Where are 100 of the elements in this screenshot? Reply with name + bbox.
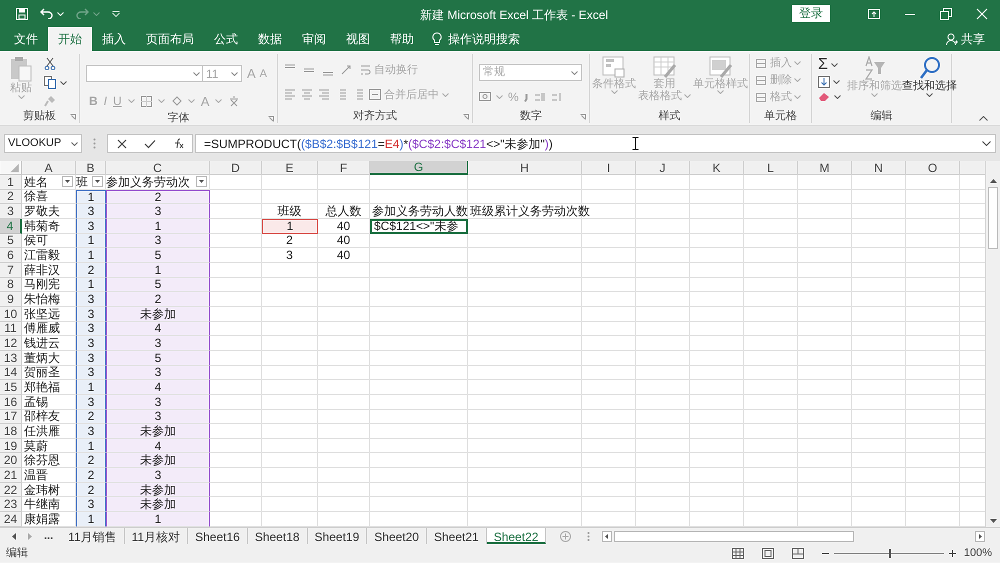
table-cell[interactable] [744,306,798,322]
table-cell[interactable] [468,262,582,278]
table-cell[interactable] [468,410,582,424]
orientation-icon[interactable] [341,65,353,76]
filter-button[interactable] [196,176,207,187]
zoom-slider-thumb[interactable] [888,548,891,558]
table-cell[interactable] [582,248,636,263]
table-cell[interactable] [906,204,960,219]
row-header[interactable]: 5 [0,234,22,248]
table-cell[interactable] [636,175,690,190]
table-cell[interactable]: 任洪雁 [22,424,76,439]
column-header[interactable]: K [690,161,744,175]
row-header[interactable]: 20 [0,453,22,468]
table-cell[interactable] [582,366,636,380]
table-cell[interactable] [262,468,318,483]
table-cell[interactable] [690,175,744,190]
table-cell[interactable] [798,482,852,498]
table-cell[interactable] [210,424,262,439]
table-cell[interactable] [798,204,852,219]
currency-icon[interactable] [479,92,491,102]
zoom-in-icon[interactable] [948,550,956,556]
table-cell[interactable] [636,278,690,292]
table-cell[interactable] [318,336,370,351]
format-painter-icon[interactable] [44,95,56,107]
fill-down-icon[interactable] [818,76,830,88]
column-header[interactable]: E [262,161,318,175]
table-cell[interactable] [852,394,906,410]
table-cell[interactable] [318,292,370,307]
copy-icon[interactable] [44,76,56,89]
table-cell[interactable]: 马刚宪 [22,278,76,292]
previous-sheet-icon[interactable] [12,532,16,540]
table-cell[interactable] [798,468,852,483]
row-header[interactable]: 4 [0,218,22,234]
table-cell[interactable] [798,262,852,278]
table-cell[interactable] [906,175,960,190]
row-header[interactable]: 22 [0,482,22,498]
table-cell[interactable] [690,380,744,395]
table-cell[interactable]: 薛非汉 [22,262,76,278]
table-cell[interactable] [210,306,262,322]
table-cell[interactable] [582,424,636,439]
table-cell[interactable] [852,190,906,204]
select-all-icon[interactable] [0,161,22,175]
caret-icon[interactable] [830,62,838,66]
table-cell[interactable] [582,453,636,468]
table-cell[interactable] [318,497,370,512]
row-header[interactable]: 6 [0,248,22,263]
table-cell[interactable] [906,366,960,380]
table-cell[interactable] [262,438,318,454]
table-cell[interactable] [636,262,690,278]
table-cell[interactable] [690,190,744,204]
table-cell[interactable] [690,350,744,366]
table-cell[interactable] [468,278,582,292]
column-header[interactable]: N [852,161,906,175]
table-cell[interactable]: 3 [262,248,318,263]
table-cell[interactable]: 董炳大 [22,350,76,366]
table-cell[interactable] [318,366,370,380]
table-cell[interactable] [582,292,636,307]
table-cell[interactable] [262,336,318,351]
table-cell[interactable] [744,204,798,219]
table-cell[interactable] [468,248,582,263]
table-cell[interactable] [370,380,468,395]
font-name-field[interactable] [86,65,203,82]
row-header[interactable]: 17 [0,410,22,424]
table-cell[interactable] [210,175,262,190]
table-cell[interactable] [906,380,960,395]
table-cell[interactable] [906,424,960,439]
column-header[interactable]: A [22,161,76,175]
table-cell[interactable] [744,380,798,395]
table-cell[interactable]: 邵梓友 [22,410,76,424]
table-cell[interactable] [262,394,318,410]
table-cell[interactable] [798,234,852,248]
row-header[interactable]: 21 [0,468,22,483]
table-cell[interactable] [906,410,960,424]
table-cell[interactable] [582,278,636,292]
table-cell[interactable] [798,218,852,234]
table-cell[interactable] [318,438,370,454]
column-header[interactable]: I [582,161,636,175]
table-cell[interactable] [906,482,960,498]
table-cell[interactable] [582,336,636,351]
table-cell[interactable] [370,190,468,204]
table-cell[interactable] [210,394,262,410]
table-cell[interactable] [636,292,690,307]
comma-style-icon[interactable] [524,92,529,102]
table-cell[interactable]: 徐喜 [22,190,76,204]
table-cell[interactable] [798,380,852,395]
column-header[interactable]: B [76,161,106,175]
caret-icon[interactable] [193,72,200,76]
table-cell[interactable] [318,410,370,424]
table-cell[interactable]: 2 [262,234,318,248]
table-cell[interactable] [852,218,906,234]
table-cell[interactable] [582,234,636,248]
table-cell[interactable] [318,278,370,292]
table-cell[interactable] [210,336,262,351]
table-cell[interactable] [798,438,852,454]
table-cell[interactable] [262,497,318,512]
sheet-tab[interactable]: Sheet22 [486,528,546,544]
decrease-decimal-icon[interactable] [550,92,563,102]
table-cell[interactable] [744,190,798,204]
table-cell[interactable] [582,410,636,424]
table-cell[interactable]: 侯可 [22,234,76,248]
